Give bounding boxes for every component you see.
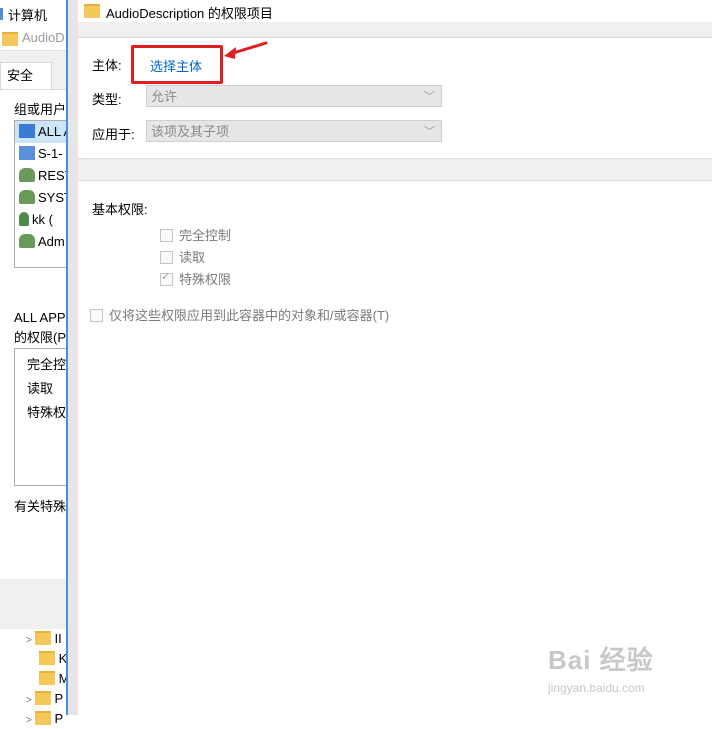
annotation-arrow-icon	[224, 41, 268, 59]
permissions-for-label: ALL APPL	[14, 310, 73, 325]
tree-item[interactable]: > P	[0, 709, 68, 729]
full-control-checkbox-row[interactable]: 完全控制	[160, 225, 231, 244]
user-group-icon	[19, 234, 35, 248]
applies-to-dropdown-value: 该项及其子项	[151, 124, 230, 139]
basic-permissions-label: 基本权限:	[92, 202, 148, 217]
full-control-checkbox[interactable]	[160, 229, 173, 242]
tab-security[interactable]: 安全	[0, 62, 52, 91]
watermark-logo: Bai 经验	[548, 645, 654, 675]
list-item-label: Adm	[38, 234, 65, 249]
folder-icon	[39, 671, 55, 685]
folder-icon	[39, 651, 55, 665]
chevron-right-icon[interactable]: >	[26, 635, 32, 646]
dialog-titlebar: AudioDescription 的权限项目	[78, 0, 712, 22]
background-path-bar: AudioD	[0, 26, 68, 51]
user-icon	[19, 212, 29, 226]
folder-icon	[2, 32, 18, 46]
applies-to-label: 应用于:	[92, 127, 135, 142]
tree-item[interactable]: K	[0, 649, 68, 669]
permissions-list: 完全控 读取 特殊权	[14, 348, 72, 486]
dialog-title: AudioDescription 的权限项目	[106, 6, 273, 21]
folder-icon	[84, 4, 100, 18]
tree-item-label: P	[54, 711, 64, 726]
list-item-label: kk (	[32, 212, 53, 227]
tree-item-label: II	[54, 631, 62, 646]
apply-only-container-label: 仅将这些权限应用到此容器中的对象和/或容器(T)	[109, 308, 390, 323]
background-window-titlebar: 计算机	[0, 0, 68, 26]
list-item[interactable]: S-1-	[15, 143, 71, 165]
group-users-label: 组或用户	[14, 102, 67, 117]
folder-icon	[34, 691, 51, 705]
list-item[interactable]: kk (	[15, 209, 71, 231]
chevron-down-icon: ﹀	[424, 126, 435, 138]
read-checkbox[interactable]	[160, 251, 173, 264]
window-icon	[0, 8, 3, 20]
group-users-list[interactable]: ALL A S-1- REST SYST kk ( Adm	[14, 120, 72, 268]
special-permissions-checkbox[interactable]	[160, 270, 173, 286]
list-item[interactable]: Adm	[15, 231, 71, 253]
chevron-right-icon[interactable]: >	[26, 715, 32, 726]
apply-only-container-row[interactable]: 仅将这些权限应用到此容器中的对象和/或容器(T)	[90, 305, 389, 324]
app-package-icon	[19, 124, 35, 138]
select-principal-link[interactable]: 选择主体	[150, 56, 202, 75]
apply-only-container-checkbox[interactable]	[90, 309, 103, 322]
list-item[interactable]: REST	[15, 165, 71, 187]
special-permissions-label: 特殊权限	[179, 272, 232, 287]
user-group-icon	[19, 190, 35, 204]
list-item-label: S-1-	[38, 146, 63, 161]
background-window-title: 计算机	[8, 8, 48, 23]
permission-row: 完全控	[27, 357, 67, 372]
chevron-down-icon: ﹀	[424, 91, 435, 103]
app-package-icon	[19, 146, 35, 160]
read-checkbox-row[interactable]: 读取	[160, 247, 205, 266]
tree-item[interactable]: M	[0, 669, 68, 689]
tree-item[interactable]: > P	[0, 689, 68, 709]
window-shadow	[68, 0, 78, 715]
applies-to-dropdown[interactable]: 该项及其子项 ﹀	[146, 120, 442, 142]
read-label: 读取	[179, 250, 206, 265]
tree-item[interactable]: > II	[0, 629, 68, 649]
folder-tree[interactable]: > II K M > P > P	[0, 629, 68, 726]
tree-item-label: P	[54, 691, 64, 706]
type-dropdown[interactable]: 允许 ﹀	[146, 85, 442, 107]
full-control-label: 完全控制	[179, 228, 232, 243]
type-dropdown-value: 允许	[151, 89, 178, 104]
special-permissions-checkbox-row[interactable]: 特殊权限	[160, 269, 231, 288]
background-path-item: AudioD	[22, 30, 65, 45]
user-group-icon	[19, 168, 35, 182]
watermark-url: jingyan.baidu.com	[548, 681, 645, 695]
special-permissions-note: 有关特殊	[14, 499, 67, 514]
background-button-bar	[0, 579, 68, 629]
permission-row: 读取	[27, 381, 54, 396]
type-label: 类型:	[92, 92, 122, 107]
list-item[interactable]: SYST	[15, 187, 71, 209]
list-item[interactable]: ALL A	[15, 121, 71, 143]
chevron-right-icon[interactable]: >	[26, 695, 32, 706]
principal-label: 主体:	[92, 58, 122, 73]
folder-icon	[34, 631, 51, 645]
permission-row: 特殊权	[27, 405, 67, 420]
permissions-for-label-2: 的权限(P)	[14, 330, 71, 345]
folder-icon	[34, 711, 51, 725]
